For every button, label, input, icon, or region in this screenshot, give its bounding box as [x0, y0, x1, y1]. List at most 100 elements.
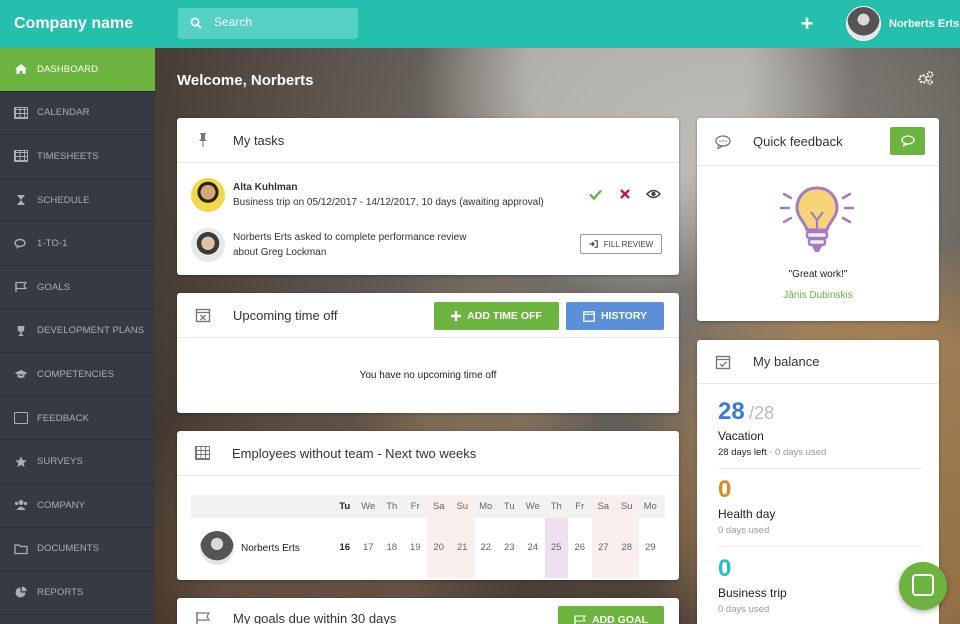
balance-detail: 0 days used: [718, 604, 770, 615]
date-cell: 21: [450, 518, 474, 578]
sidebar: Dashboard Calendar Timesheets Schedule 1…: [0, 48, 155, 624]
calendar-header-row: Tu We Th Fr Sa Su Mo Tu We Th Fr Sa Su M…: [191, 495, 665, 518]
flag-icon: [15, 282, 28, 293]
avatar: [191, 228, 225, 262]
sidebar-item-timesheets[interactable]: Timesheets: [0, 135, 155, 179]
flag-icon: [574, 614, 586, 624]
sidebar-item-company[interactable]: Company: [0, 484, 155, 528]
sidebar-item-label: Goals: [37, 281, 71, 293]
day-header: Fr: [410, 501, 420, 512]
pin-icon: [199, 133, 207, 147]
sidebar-item-dashboard[interactable]: Dashboard: [0, 48, 155, 92]
day-header: Sa: [591, 495, 615, 518]
user-name[interactable]: Norberts Erts: [889, 18, 959, 30]
avatar[interactable]: [846, 6, 881, 41]
balance-detail: 28 days left · 0 days used: [718, 447, 827, 458]
plus-icon: [451, 311, 462, 321]
date-cell: 24: [527, 542, 539, 553]
sidebar-item-development-plans[interactable]: Development plans: [0, 310, 155, 354]
table-icon: [14, 150, 28, 163]
sidebar-item-label: 1-to-1: [37, 238, 68, 250]
empty-state-text: You have no upcoming time off: [359, 370, 497, 381]
day-header: Th: [386, 501, 398, 512]
approve-icon[interactable]: [589, 189, 602, 200]
day-header: Su: [615, 495, 639, 518]
chat-icon: [912, 574, 934, 596]
card-title: My balance: [753, 354, 820, 369]
sign-in-icon: [589, 240, 598, 248]
task-item: Alta Kuhlman Business trip on 05/12/2017…: [191, 178, 544, 212]
search-icon: [190, 17, 202, 29]
company-name[interactable]: Company name: [14, 15, 133, 33]
sidebar-item-1-to-1[interactable]: 1-to-1: [0, 222, 155, 266]
gear-icon[interactable]: [917, 70, 935, 86]
sidebar-item-schedule[interactable]: Schedule: [0, 179, 155, 223]
sidebar-item-label: Development plans: [37, 325, 145, 337]
sidebar-item-documents[interactable]: Documents: [0, 528, 155, 572]
balance-total: /28: [749, 403, 775, 423]
history-button[interactable]: History: [566, 302, 664, 330]
folder-icon: [14, 544, 28, 554]
feedback-quote: "Great work!": [788, 269, 848, 280]
sidebar-item-feedback[interactable]: Feedback: [0, 397, 155, 441]
card-header: Employees without team - Next two weeks: [177, 431, 679, 476]
sidebar-item-calendar[interactable]: Calendar: [0, 92, 155, 136]
add-time-off-button[interactable]: Add time off: [434, 302, 559, 330]
balance-detail: 0 days used: [718, 525, 770, 536]
give-feedback-button[interactable]: [890, 127, 925, 155]
add-goal-button[interactable]: Add goal: [558, 606, 664, 624]
lightbulb-icon: [779, 186, 855, 252]
balance-item-business-trip: 0 Business trip 0 days used: [718, 555, 923, 624]
card-header: My tasks: [177, 118, 679, 163]
balance-item-vacation: 28 /28 Vacation 28 days left · 0 days us…: [718, 398, 923, 469]
balance-label: Health day: [718, 507, 776, 521]
sidebar-item-goals[interactable]: Goals: [0, 266, 155, 310]
balance-value: 0: [718, 476, 732, 503]
day-header: We: [525, 501, 540, 512]
day-header: We: [361, 501, 376, 512]
star-icon: [15, 456, 27, 467]
top-bar: Company name + Norberts Erts: [0, 0, 960, 48]
calendar-check-icon: [715, 355, 731, 369]
reject-icon[interactable]: [620, 189, 630, 199]
sidebar-item-label: Schedule: [37, 194, 90, 206]
sidebar-item-surveys[interactable]: Surveys: [0, 440, 155, 484]
main-content: Welcome, Norberts My tasks Alta Kuhlman …: [155, 48, 960, 624]
plus-icon[interactable]: +: [800, 13, 814, 35]
eye-icon[interactable]: [646, 189, 661, 199]
sidebar-item-label: Timesheets: [37, 150, 99, 162]
avatar: [200, 531, 234, 565]
task-item: Norberts Erts asked to complete performa…: [191, 228, 466, 262]
sidebar-item-label: Calendar: [37, 107, 90, 119]
search-input[interactable]: [214, 15, 344, 29]
date-cell: 29: [644, 542, 656, 553]
balance-item-health-day: 0 Health day 0 days used: [718, 476, 923, 547]
comment-icon: [715, 134, 731, 150]
search-box[interactable]: [178, 8, 358, 39]
card-title: Upcoming time off: [233, 307, 338, 323]
date-cell: 16: [339, 542, 351, 553]
date-cell: 17: [362, 542, 374, 553]
day-header: Tu: [339, 501, 351, 512]
date-cell: 18: [386, 542, 398, 553]
task-person-name: Alta Kuhlman: [233, 182, 298, 193]
date-cell: 23: [503, 542, 515, 553]
chat-widget-button[interactable]: [899, 562, 947, 610]
date-cell: 26: [574, 542, 586, 553]
balance-label: Vacation: [718, 429, 764, 443]
users-icon: [14, 500, 28, 511]
goals-card: My goals due within 30 days Add goal: [177, 598, 679, 624]
calendar-icon: [583, 311, 595, 322]
balance-value: 0: [718, 555, 732, 582]
sidebar-item-label: Dashboard: [37, 63, 99, 75]
task-description: Norberts Erts asked to complete performa…: [233, 232, 467, 243]
sidebar-item-competencies[interactable]: Competencies: [0, 353, 155, 397]
avatar: [191, 178, 225, 212]
home-icon: [15, 64, 27, 75]
hourglass-icon: [17, 195, 25, 206]
sidebar-item-reports[interactable]: Reports: [0, 571, 155, 615]
fill-review-button[interactable]: Fill review: [580, 234, 662, 254]
card-title: My goals due within 30 days: [233, 611, 397, 624]
card-title: Quick feedback: [753, 134, 843, 149]
employees-without-team-card: Employees without team - Next two weeks …: [177, 431, 679, 580]
